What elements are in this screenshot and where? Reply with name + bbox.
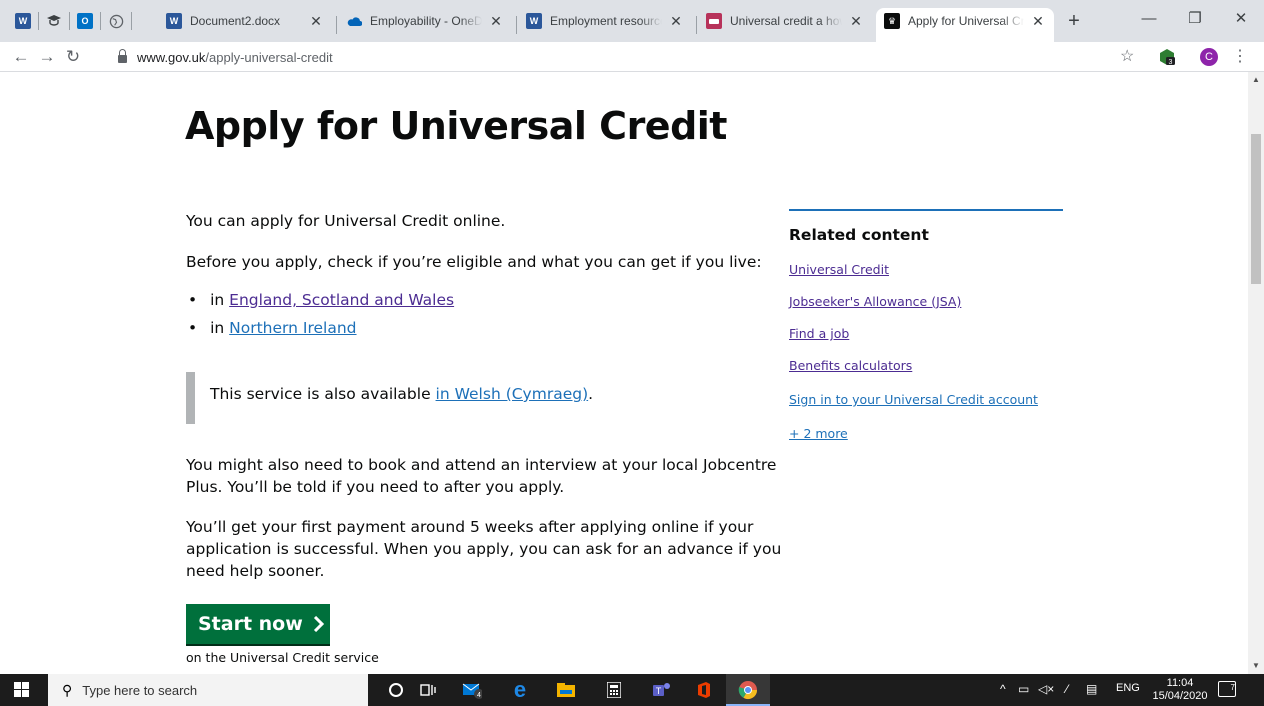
start-now-subtext: on the Universal Credit service — [186, 650, 379, 665]
onedrive-icon — [346, 13, 362, 29]
calculator-icon[interactable] — [604, 680, 624, 700]
page-viewport: Apply for Universal Credit You can apply… — [0, 72, 1248, 674]
minimize-button[interactable]: — — [1126, 0, 1172, 36]
profile-avatar[interactable]: C — [1200, 48, 1218, 66]
svg-text:3: 3 — [1169, 59, 1173, 66]
close-icon[interactable]: ✕ — [1030, 13, 1046, 29]
search-placeholder: Type here to search — [82, 682, 198, 698]
edge-icon[interactable]: e — [510, 677, 530, 702]
pinned-tab-outlook[interactable]: O — [70, 8, 100, 34]
bookmark-star-icon[interactable]: ☆ — [1120, 46, 1134, 66]
file-explorer-icon[interactable] — [556, 680, 576, 700]
language-indicator[interactable]: ENG — [1116, 682, 1140, 694]
pinned-tabs: W O — [8, 8, 132, 34]
close-window-button[interactable]: ✕ — [1218, 0, 1264, 36]
word-icon: W — [15, 13, 31, 29]
tray-chevron-up-icon[interactable]: ^ — [1000, 682, 1006, 696]
pinned-tab-graduation[interactable] — [39, 8, 69, 34]
tab-employability-onedrive[interactable]: Employability - OneDrive ✕ — [338, 8, 512, 34]
related-link-sign-in[interactable]: Sign in to your Universal Credit account — [789, 392, 1038, 407]
scroll-thumb[interactable] — [1251, 134, 1261, 284]
tab-document2[interactable]: W Document2.docx ✕ — [158, 8, 332, 34]
intro-text: You can apply for Universal Credit onlin… — [186, 212, 506, 230]
related-content-divider — [789, 209, 1063, 211]
page-title: Apply for Universal Credit — [185, 104, 727, 148]
close-icon[interactable]: ✕ — [488, 13, 504, 29]
taskbar-search-box[interactable]: ⚲ Type here to search — [48, 674, 368, 706]
tab-label: Document2.docx — [190, 14, 281, 28]
close-icon[interactable]: ✕ — [308, 13, 324, 29]
outlook-icon: O — [77, 13, 93, 29]
svg-text:4: 4 — [477, 692, 481, 699]
vertical-scrollbar[interactable]: ▲ ▼ — [1248, 72, 1264, 674]
new-tab-button[interactable]: + — [1062, 10, 1086, 34]
welsh-service-text: This service is also available in Welsh … — [210, 385, 594, 403]
chevron-right-icon — [313, 616, 324, 632]
menu-kebab-icon[interactable]: ⋮ — [1232, 46, 1248, 66]
northern-ireland-link[interactable]: Northern Ireland — [229, 319, 356, 337]
reload-button[interactable]: ↻ — [62, 46, 84, 68]
address-bar[interactable]: www.gov.uk/apply-universal-credit — [106, 45, 1156, 69]
tab-apply-universal-credit[interactable]: ♛ Apply for Universal Credit ✕ — [876, 8, 1054, 42]
pen-workspace-icon[interactable]: ⁄ — [1066, 682, 1068, 696]
keyboard-icon[interactable]: ▤ — [1086, 682, 1097, 696]
svg-text:T: T — [656, 686, 662, 696]
office-icon[interactable] — [694, 680, 714, 700]
related-content-title: Related content — [789, 226, 929, 244]
globe-icon — [109, 14, 123, 28]
graduation-cap-icon — [47, 15, 61, 26]
eligibility-text: Before you apply, check if you’re eligib… — [186, 253, 762, 271]
browser-toolbar: ← → ↻ www.gov.uk/apply-universal-credit … — [0, 42, 1264, 72]
pinned-tab-web[interactable] — [101, 8, 131, 34]
forward-button[interactable]: → — [36, 46, 58, 68]
search-icon: ⚲ — [62, 681, 73, 698]
word-icon: W — [166, 13, 182, 29]
tab-employment-resource[interactable]: W Employment resource - U ✕ — [518, 8, 692, 34]
payment-text: You’ll get your first payment around 5 w… — [186, 518, 782, 580]
close-icon[interactable]: ✕ — [848, 13, 864, 29]
cortana-icon[interactable] — [386, 680, 406, 700]
tab-label: Employability - OneDrive — [370, 14, 482, 28]
tab-label: Apply for Universal Credit — [908, 14, 1024, 28]
tab-label: Employment resource - U — [550, 14, 662, 28]
tab-universal-credit-how-to[interactable]: Universal credit a how to ✕ — [698, 8, 872, 34]
govuk-crown-icon: ♛ — [884, 13, 900, 29]
england-scotland-wales-link[interactable]: England, Scotland and Wales — [229, 291, 454, 309]
extension-icon[interactable]: 3 — [1158, 48, 1176, 66]
windows-taskbar: ⚲ Type here to search 4 e T ^ ▭ ◁× ⁄ ▤ E… — [0, 674, 1264, 706]
inset-border — [186, 372, 195, 424]
windows-start-icon[interactable] — [14, 682, 30, 698]
teams-icon[interactable]: T — [652, 680, 672, 700]
list-item: in Northern Ireland — [188, 319, 356, 337]
scroll-down-arrow-icon[interactable]: ▼ — [1248, 658, 1264, 674]
related-link-find-a-job[interactable]: Find a job — [789, 326, 849, 341]
network-icon[interactable]: ▭ — [1018, 682, 1029, 696]
pinned-tab-word[interactable]: W — [8, 8, 38, 34]
word-icon: W — [526, 13, 542, 29]
browser-tab-bar: W O W Document2.docx ✕ Employability - O… — [0, 0, 1264, 42]
list-item: in England, Scotland and Wales — [188, 291, 454, 309]
related-link-more[interactable]: + 2 more — [789, 426, 848, 441]
lock-icon — [118, 49, 127, 63]
related-link-jsa[interactable]: Jobseeker's Allowance (JSA) — [789, 294, 961, 309]
restore-button[interactable]: ❐ — [1172, 0, 1218, 36]
task-view-icon[interactable] — [418, 680, 438, 700]
chrome-active-indicator — [726, 674, 770, 706]
start-now-button[interactable]: Start now — [186, 604, 330, 644]
related-link-universal-credit[interactable]: Universal Credit — [789, 262, 889, 277]
related-link-benefits-calculators[interactable]: Benefits calculators — [789, 358, 912, 373]
stream-icon — [706, 13, 722, 29]
scroll-up-arrow-icon[interactable]: ▲ — [1248, 72, 1264, 88]
tab-label: Universal credit a how to — [730, 14, 842, 28]
url-text: www.gov.uk/apply-universal-credit — [137, 49, 333, 65]
back-button[interactable]: ← — [10, 46, 32, 68]
interview-text: You might also need to book and attend a… — [186, 456, 777, 496]
notification-center-icon[interactable]: 7 — [1218, 681, 1236, 697]
welsh-link[interactable]: in Welsh (Cymraeg) — [436, 385, 589, 403]
volume-muted-icon[interactable]: ◁× — [1038, 682, 1054, 696]
close-icon[interactable]: ✕ — [668, 13, 684, 29]
clock[interactable]: 11:04 15/04/2020 — [1150, 677, 1210, 703]
mail-icon[interactable]: 4 — [462, 680, 482, 700]
